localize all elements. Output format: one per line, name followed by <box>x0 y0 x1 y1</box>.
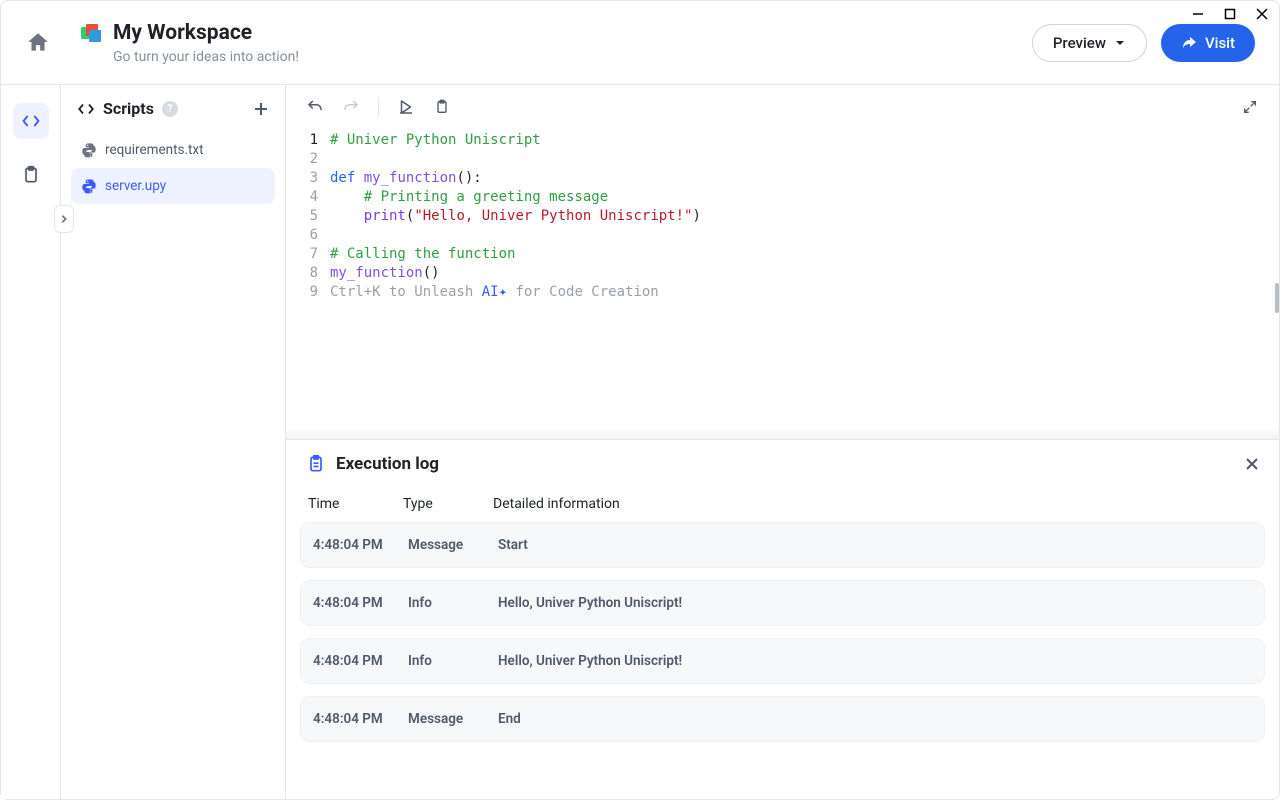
preview-label: Preview <box>1053 34 1106 52</box>
code-line: # Calling the function <box>330 245 1279 264</box>
log-row: 4:48:04 PMMessageStart <box>300 522 1265 568</box>
scripts-panel-title: Scripts <box>103 99 154 118</box>
redo-icon <box>342 98 360 116</box>
file-name: server.upy <box>105 178 166 194</box>
line-number: 9 <box>286 283 318 302</box>
log-time: 4:48:04 PM <box>313 595 408 611</box>
editor-toolbar <box>286 85 1279 129</box>
log-time: 4:48:04 PM <box>313 653 408 669</box>
rail-clipboard-tab[interactable] <box>13 157 49 193</box>
log-type: Message <box>408 537 498 553</box>
execution-log-title: Execution log <box>336 454 439 474</box>
add-script-button[interactable] <box>253 101 269 117</box>
nav-rail <box>1 85 61 799</box>
log-col-type: Type <box>403 496 493 512</box>
run-button[interactable] <box>395 96 417 118</box>
log-type: Message <box>408 711 498 727</box>
clipboard-icon <box>434 99 450 115</box>
file-item[interactable]: requirements.txt <box>71 132 275 168</box>
rail-collapse-toggle[interactable] <box>54 205 74 233</box>
code-line: # Printing a greeting message <box>330 188 1279 207</box>
editor-area: 123456789 # Univer Python Uniscript def … <box>286 85 1279 799</box>
toolbar-separator <box>378 98 379 116</box>
line-number: 4 <box>286 188 318 207</box>
log-row: 4:48:04 PMMessageEnd <box>300 696 1265 742</box>
visit-label: Visit <box>1205 34 1235 52</box>
file-item[interactable]: server.upy <box>71 168 275 204</box>
log-time: 4:48:04 PM <box>313 711 408 727</box>
preview-button[interactable]: Preview <box>1032 24 1147 62</box>
log-time: 4:48:04 PM <box>313 537 408 553</box>
chevron-right-icon <box>59 214 69 224</box>
log-row: 4:48:04 PMInfoHello, Univer Python Unisc… <box>300 580 1265 626</box>
play-icon <box>397 98 415 116</box>
share-arrow-icon <box>1181 35 1197 51</box>
code-line: Ctrl+K to Unleash AI✦ for Code Creation <box>330 283 1279 302</box>
code-line <box>330 150 1279 169</box>
chevron-down-icon <box>1114 37 1126 49</box>
python-icon <box>81 142 97 158</box>
redo-button[interactable] <box>340 96 362 118</box>
code-line: def my_function(): <box>330 169 1279 188</box>
close-icon <box>1245 457 1259 471</box>
right-drag-handle[interactable] <box>1275 283 1279 313</box>
undo-icon <box>306 98 324 116</box>
window-minimize-button[interactable] <box>1191 7 1205 21</box>
undo-button[interactable] <box>304 96 326 118</box>
python-icon <box>81 178 97 194</box>
log-detail: Start <box>498 537 1252 553</box>
plus-icon <box>253 101 269 117</box>
code-line: my_function() <box>330 264 1279 283</box>
scripts-panel: Scripts ? requirements.txt server.upy <box>61 85 286 799</box>
log-detail: End <box>498 711 1252 727</box>
log-detail: Hello, Univer Python Uniscript! <box>498 595 1252 611</box>
log-type: Info <box>408 653 498 669</box>
execution-log-panel: Execution log Time Type Detailed informa… <box>286 439 1279 799</box>
log-column-headers: Time Type Detailed information <box>286 488 1279 522</box>
line-number: 7 <box>286 245 318 264</box>
expand-icon <box>1242 99 1258 115</box>
log-detail: Hello, Univer Python Uniscript! <box>498 653 1252 669</box>
close-log-button[interactable] <box>1245 457 1259 471</box>
toolbar-clipboard-button[interactable] <box>431 96 453 118</box>
line-number: 3 <box>286 169 318 188</box>
rail-code-tab[interactable] <box>13 103 49 139</box>
file-name: requirements.txt <box>105 142 204 158</box>
window-close-button[interactable] <box>1255 7 1269 21</box>
log-col-time: Time <box>308 496 403 512</box>
code-line <box>330 226 1279 245</box>
home-icon[interactable] <box>25 30 51 56</box>
line-number: 6 <box>286 226 318 245</box>
code-icon <box>77 100 95 118</box>
expand-button[interactable] <box>1239 96 1261 118</box>
workspace-logo-icon <box>79 22 103 46</box>
log-clipboard-icon <box>306 454 326 474</box>
workspace-title: My Workspace <box>113 21 299 45</box>
code-editor[interactable]: 123456789 # Univer Python Uniscript def … <box>286 129 1279 427</box>
visit-button[interactable]: Visit <box>1161 24 1255 62</box>
window-maximize-button[interactable] <box>1223 7 1237 21</box>
log-col-detail: Detailed information <box>493 496 1257 512</box>
line-number: 8 <box>286 264 318 283</box>
log-row: 4:48:04 PMInfoHello, Univer Python Unisc… <box>300 638 1265 684</box>
code-line: # Univer Python Uniscript <box>330 131 1279 150</box>
help-icon[interactable]: ? <box>162 101 178 117</box>
workspace-subtitle: Go turn your ideas into action! <box>113 49 299 65</box>
line-number: 1 <box>286 131 318 150</box>
log-type: Info <box>408 595 498 611</box>
app-header: My Workspace Go turn your ideas into act… <box>1 1 1279 85</box>
line-number: 5 <box>286 207 318 226</box>
line-number: 2 <box>286 150 318 169</box>
editor-fade <box>286 427 1279 439</box>
code-line: print("Hello, Univer Python Uniscript!") <box>330 207 1279 226</box>
